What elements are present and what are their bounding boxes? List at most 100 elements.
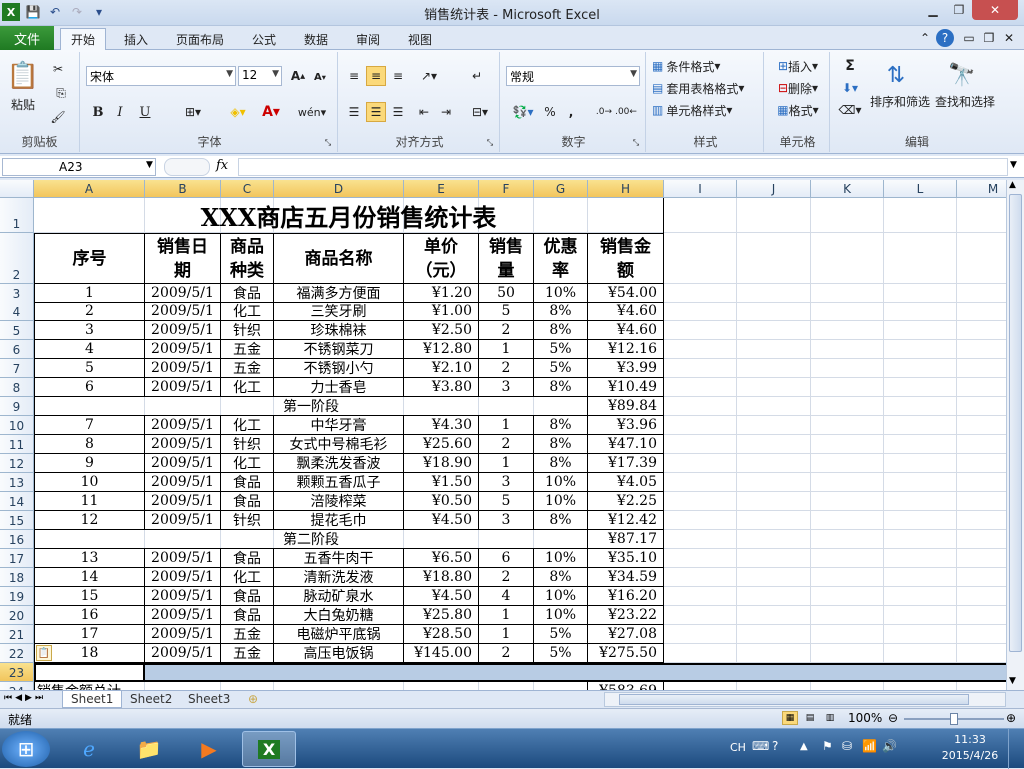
column-header-G[interactable]: G [534, 180, 588, 198]
restore-icon[interactable]: ❐ [946, 0, 972, 20]
internet-explorer-icon[interactable]: ℯ [62, 731, 116, 767]
table-cell[interactable]: 2 [479, 435, 534, 454]
row-header-17[interactable]: 17 [0, 549, 34, 568]
table-cell[interactable]: 食品 [221, 549, 274, 568]
sheet-tab-1[interactable]: Sheet1 [62, 691, 123, 708]
table-cell[interactable]: 高压电饭锅 [274, 644, 404, 663]
table-cell[interactable]: 2009/5/1 [145, 549, 221, 568]
fill-color-icon[interactable]: ◈▾ [222, 102, 254, 122]
table-cell[interactable]: ¥12.80 [404, 340, 479, 359]
subtotal-label[interactable]: 第二阶段 [34, 530, 588, 549]
action-center-flag-icon[interactable]: ⚑ [822, 739, 833, 753]
header-cell[interactable]: 销售金额 [588, 233, 664, 284]
scroll-down-icon[interactable]: ▼ [1009, 676, 1016, 686]
row-header-20[interactable]: 20 [0, 606, 34, 625]
decrease-decimal-icon[interactable]: .00← [615, 102, 637, 122]
table-cell[interactable]: 8% [534, 454, 588, 473]
table-cell[interactable]: ¥27.08 [588, 625, 664, 644]
table-cell[interactable]: 2009/5/1 [145, 625, 221, 644]
row-header-1[interactable]: 1 [0, 198, 34, 233]
number-format-combo[interactable]: 常规 ▼ [506, 66, 640, 86]
table-cell[interactable]: ¥4.30 [404, 416, 479, 435]
table-cell[interactable]: 提花毛巾 [274, 511, 404, 530]
table-cell[interactable]: 2009/5/1 [145, 644, 221, 663]
table-cell[interactable]: 8% [534, 511, 588, 530]
row-header-19[interactable]: 19 [0, 587, 34, 606]
fill-icon[interactable]: ⬇▾ [836, 78, 864, 98]
table-cell[interactable]: 2009/5/1 [145, 340, 221, 359]
clock-time[interactable]: 11:33 [940, 733, 1000, 746]
subtotal-label[interactable]: 第一阶段 [34, 397, 588, 416]
paste-icon[interactable]: 📋 [6, 56, 40, 96]
table-cell[interactable]: 10% [534, 549, 588, 568]
percent-button[interactable]: % [542, 102, 558, 122]
expand-formula-icon[interactable]: ▼ [1010, 160, 1017, 170]
zoom-out-icon[interactable]: ⊖ [888, 711, 898, 725]
header-cell[interactable]: 销售量 [479, 233, 534, 284]
header-cell[interactable]: 销售日期 [145, 233, 221, 284]
row-header-24[interactable]: 24 [0, 682, 34, 690]
table-cell[interactable]: 化工 [221, 302, 274, 321]
table-cell[interactable]: ¥275.50 [588, 644, 664, 663]
table-cell[interactable]: 6 [34, 378, 145, 397]
table-cell[interactable]: 化工 [221, 416, 274, 435]
header-cell[interactable]: 单价 （元） [404, 233, 479, 284]
table-cell[interactable]: 力士香皂 [274, 378, 404, 397]
row-header-21[interactable]: 21 [0, 625, 34, 644]
paste-button[interactable]: 粘贴 [4, 96, 42, 112]
row-header-6[interactable]: 6 [0, 340, 34, 359]
table-cell[interactable]: 1 [479, 416, 534, 435]
table-cell[interactable]: 1 [479, 625, 534, 644]
table-cell[interactable]: ¥35.10 [588, 549, 664, 568]
row-header-15[interactable]: 15 [0, 511, 34, 530]
table-cell[interactable]: 15 [34, 587, 145, 606]
table-cell[interactable]: 7 [34, 416, 145, 435]
column-header-L[interactable]: L [884, 180, 957, 198]
header-cell[interactable]: 序号 [34, 233, 145, 284]
table-cell[interactable]: 飘柔洗发香波 [274, 454, 404, 473]
table-cell[interactable]: 2009/5/1 [145, 378, 221, 397]
row-header-8[interactable]: 8 [0, 378, 34, 397]
table-cell[interactable]: 3 [479, 511, 534, 530]
table-cell[interactable]: 脉动矿泉水 [274, 587, 404, 606]
format-cells-button[interactable]: ▦ 格式 ▾ [768, 100, 828, 120]
table-cell[interactable]: 16 [34, 606, 145, 625]
table-cell[interactable]: 2 [479, 568, 534, 587]
table-cell[interactable]: 化工 [221, 378, 274, 397]
table-cell[interactable]: ¥25.60 [404, 435, 479, 454]
paste-options-icon[interactable]: 📋 [36, 645, 52, 661]
decrease-indent-icon[interactable]: ⇤ [414, 102, 434, 122]
row-header-5[interactable]: 5 [0, 321, 34, 340]
table-cell[interactable]: 2009/5/1 [145, 302, 221, 321]
conditional-format-button[interactable]: ▦ 条件格式 ▾ [652, 56, 760, 76]
merge-center-icon[interactable]: ⊟▾ [466, 102, 494, 122]
table-cell[interactable]: 5% [534, 644, 588, 663]
table-cell[interactable]: 五金 [221, 644, 274, 663]
column-header-M[interactable]: M [957, 180, 1006, 198]
table-cell[interactable]: 2009/5/1 [145, 587, 221, 606]
table-cell[interactable]: ¥3.96 [588, 416, 664, 435]
header-cell[interactable]: 商品名称 [274, 233, 404, 284]
sheet-tab-3[interactable]: Sheet3 [180, 691, 238, 708]
table-cell[interactable]: 针织 [221, 511, 274, 530]
underline-button[interactable]: U [132, 102, 158, 122]
table-cell[interactable]: 清新洗发液 [274, 568, 404, 587]
wrap-text-icon[interactable]: ↵ [466, 66, 488, 86]
table-cell[interactable]: 8% [534, 568, 588, 587]
normal-view-icon[interactable]: ▦ [782, 711, 798, 725]
row-header-16[interactable]: 16 [0, 530, 34, 549]
accounting-format-icon[interactable]: 💱▾ [508, 102, 538, 122]
table-cell[interactable]: 针织 [221, 435, 274, 454]
grow-font-icon[interactable]: A ▴ [288, 66, 308, 86]
ime-indicator[interactable]: CH [730, 741, 746, 754]
table-cell[interactable]: ¥2.25 [588, 492, 664, 511]
table-cell[interactable]: ¥1.20 [404, 284, 479, 303]
hscroll-thumb[interactable] [619, 694, 969, 705]
row-header-9[interactable]: 9 [0, 397, 34, 416]
selected-row-23[interactable] [34, 663, 1006, 682]
doc-minimize-icon[interactable]: ▭ [962, 30, 976, 46]
table-cell[interactable]: ¥3.99 [588, 359, 664, 378]
table-cell[interactable]: 6 [479, 549, 534, 568]
table-cell[interactable]: 颗颗五香瓜子 [274, 473, 404, 492]
table-cell[interactable]: ¥2.10 [404, 359, 479, 378]
